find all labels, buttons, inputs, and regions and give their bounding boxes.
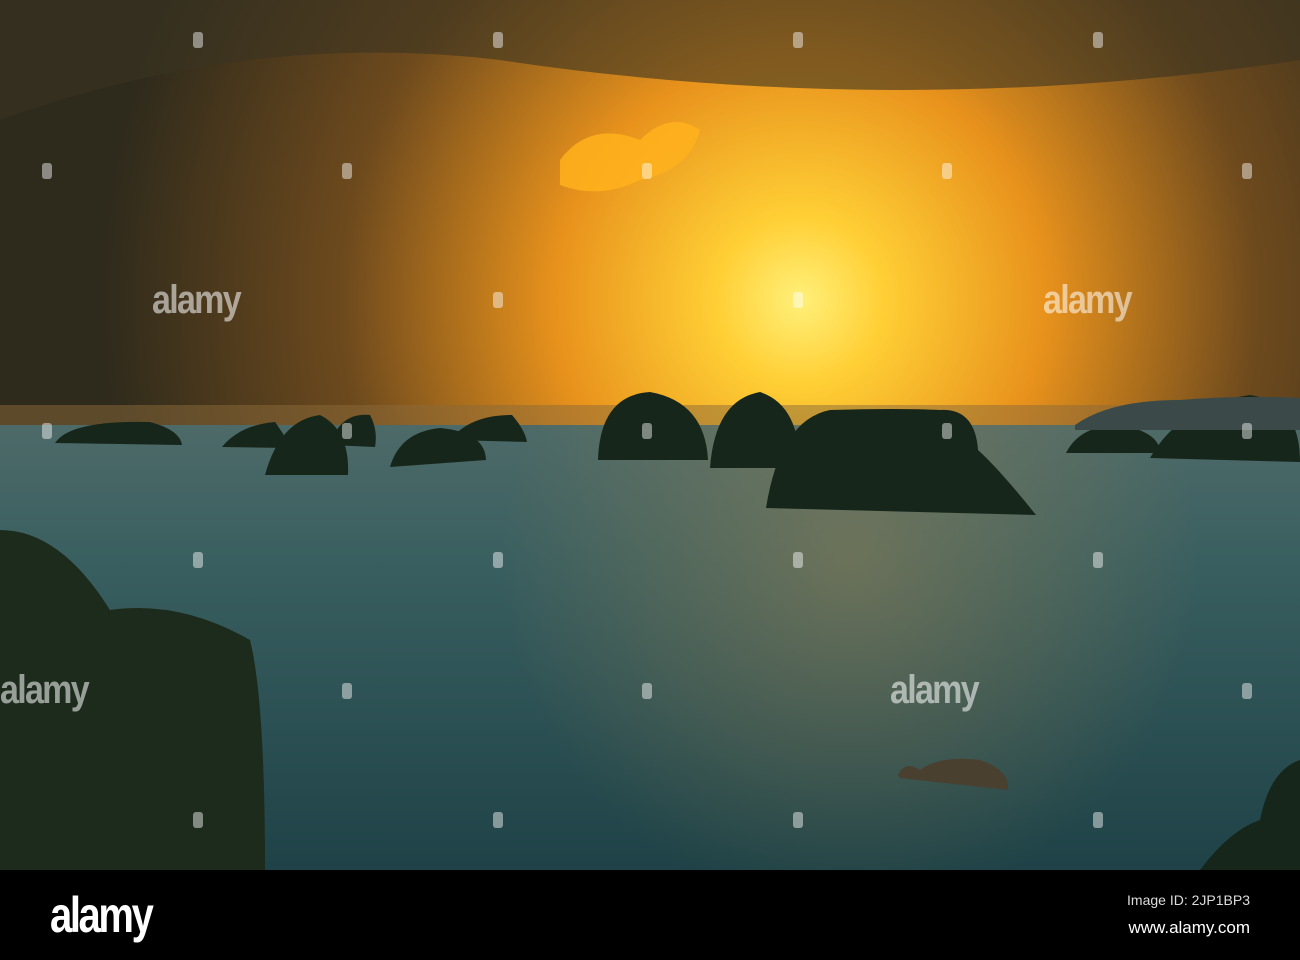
watermark-mark — [493, 32, 503, 48]
watermark-mark — [42, 423, 52, 439]
watermark-mark — [342, 163, 352, 179]
watermark: alamy — [152, 278, 242, 322]
stock-photo: alamy alamy alamy alamy alamy Image ID: … — [0, 0, 1300, 960]
site-url: www.alamy.com — [1128, 918, 1250, 937]
watermark-mark — [493, 292, 503, 308]
watermark-mark — [642, 163, 652, 179]
watermark-mark — [193, 552, 203, 568]
watermark-mark — [793, 552, 803, 568]
watermark-mark — [493, 552, 503, 568]
watermark-mark — [1093, 812, 1103, 828]
watermark-mark — [793, 32, 803, 48]
watermark-mark — [193, 812, 203, 828]
watermark-mark — [1242, 423, 1252, 439]
watermark-mark — [942, 423, 952, 439]
watermark-mark — [793, 812, 803, 828]
watermark-mark — [942, 163, 952, 179]
watermark: alamy — [0, 668, 90, 712]
image-id: Image ID: 2JP1BP3 — [1127, 892, 1250, 908]
watermark-mark — [342, 423, 352, 439]
watermark-mark — [642, 683, 652, 699]
watermark-mark — [493, 812, 503, 828]
watermark-mark — [1242, 683, 1252, 699]
watermark-mark — [42, 163, 52, 179]
alamy-logo: alamy — [50, 887, 154, 943]
watermark-mark — [1093, 32, 1103, 48]
watermark: alamy — [890, 668, 980, 712]
watermark: alamy — [1043, 278, 1133, 322]
watermark-mark — [1242, 163, 1252, 179]
watermark-mark — [793, 292, 803, 308]
watermark-mark — [642, 423, 652, 439]
watermark-mark — [193, 32, 203, 48]
watermark-mark — [342, 683, 352, 699]
footer-bar: alamy Image ID: 2JP1BP3 www.alamy.com — [0, 870, 1300, 960]
watermark-mark — [1093, 552, 1103, 568]
